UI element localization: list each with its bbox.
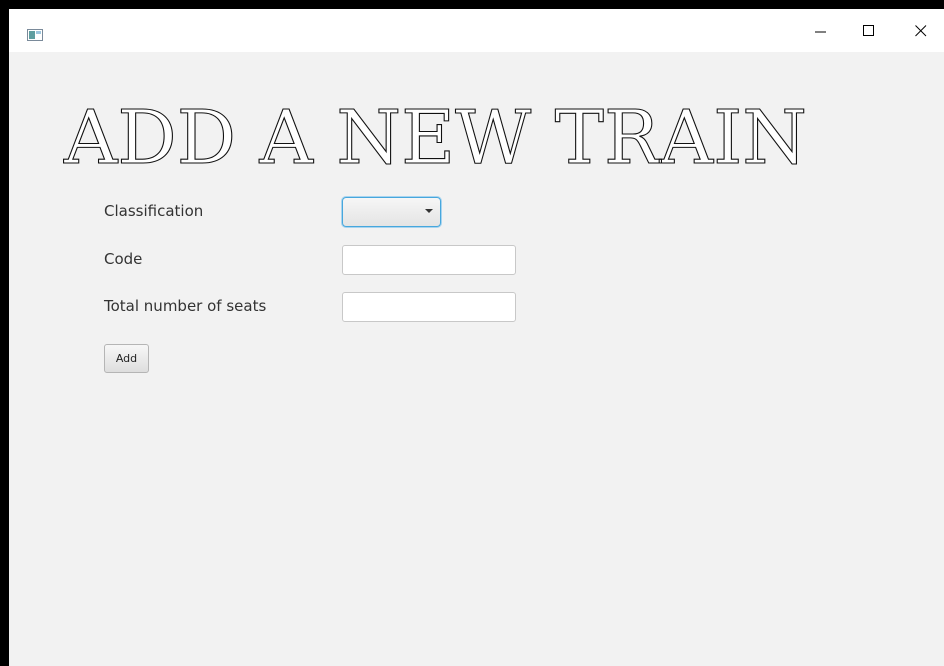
seats-label: Total number of seats: [104, 297, 267, 315]
chevron-down-icon: [425, 209, 433, 213]
app-window: ADD A NEW TRAIN Classification Code Tota…: [9, 9, 944, 666]
seats-input[interactable]: [342, 292, 516, 322]
code-label: Code: [104, 250, 143, 268]
page-title: ADD A NEW TRAIN: [9, 82, 944, 192]
app-window-icon: [27, 26, 43, 41]
code-input[interactable]: [342, 245, 516, 275]
maximize-icon: [863, 25, 874, 36]
maximize-button[interactable]: [846, 9, 892, 52]
minimize-icon: [815, 31, 826, 33]
title-bar: [9, 9, 944, 52]
add-button[interactable]: Add: [104, 344, 149, 373]
page-title-text: ADD A NEW TRAIN: [63, 95, 807, 181]
classification-select[interactable]: [342, 197, 441, 227]
classification-label: Classification: [104, 202, 204, 220]
close-icon: [915, 25, 927, 37]
close-button[interactable]: [898, 9, 944, 52]
minimize-button[interactable]: [798, 9, 844, 52]
